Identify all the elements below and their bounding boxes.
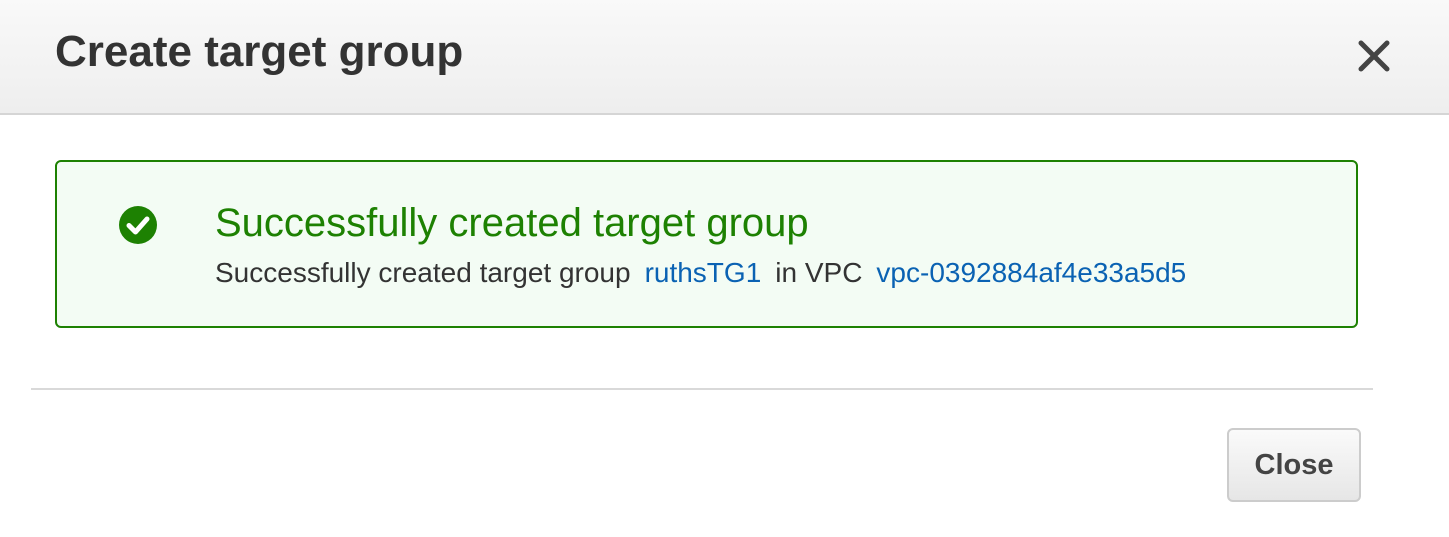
- dialog-title: Create target group: [55, 27, 464, 76]
- vpc-link[interactable]: vpc-0392884af4e33a5d5: [876, 257, 1186, 288]
- success-alert: Successfully created target group Succes…: [55, 160, 1358, 328]
- check-circle-icon: [119, 206, 157, 244]
- dialog-header: Create target group: [0, 0, 1449, 115]
- alert-title: Successfully created target group: [215, 201, 809, 245]
- alert-message-middle: in VPC: [775, 257, 863, 288]
- close-button[interactable]: Close: [1227, 428, 1361, 502]
- close-icon[interactable]: [1352, 34, 1396, 78]
- footer-divider: [31, 388, 1373, 390]
- alert-message-prefix: Successfully created target group: [215, 257, 631, 288]
- create-target-group-dialog: Create target group Successfully created…: [0, 0, 1449, 537]
- alert-message: Successfully created target group ruthsTG…: [215, 256, 1186, 290]
- target-group-link[interactable]: ruthsTG1: [645, 257, 762, 288]
